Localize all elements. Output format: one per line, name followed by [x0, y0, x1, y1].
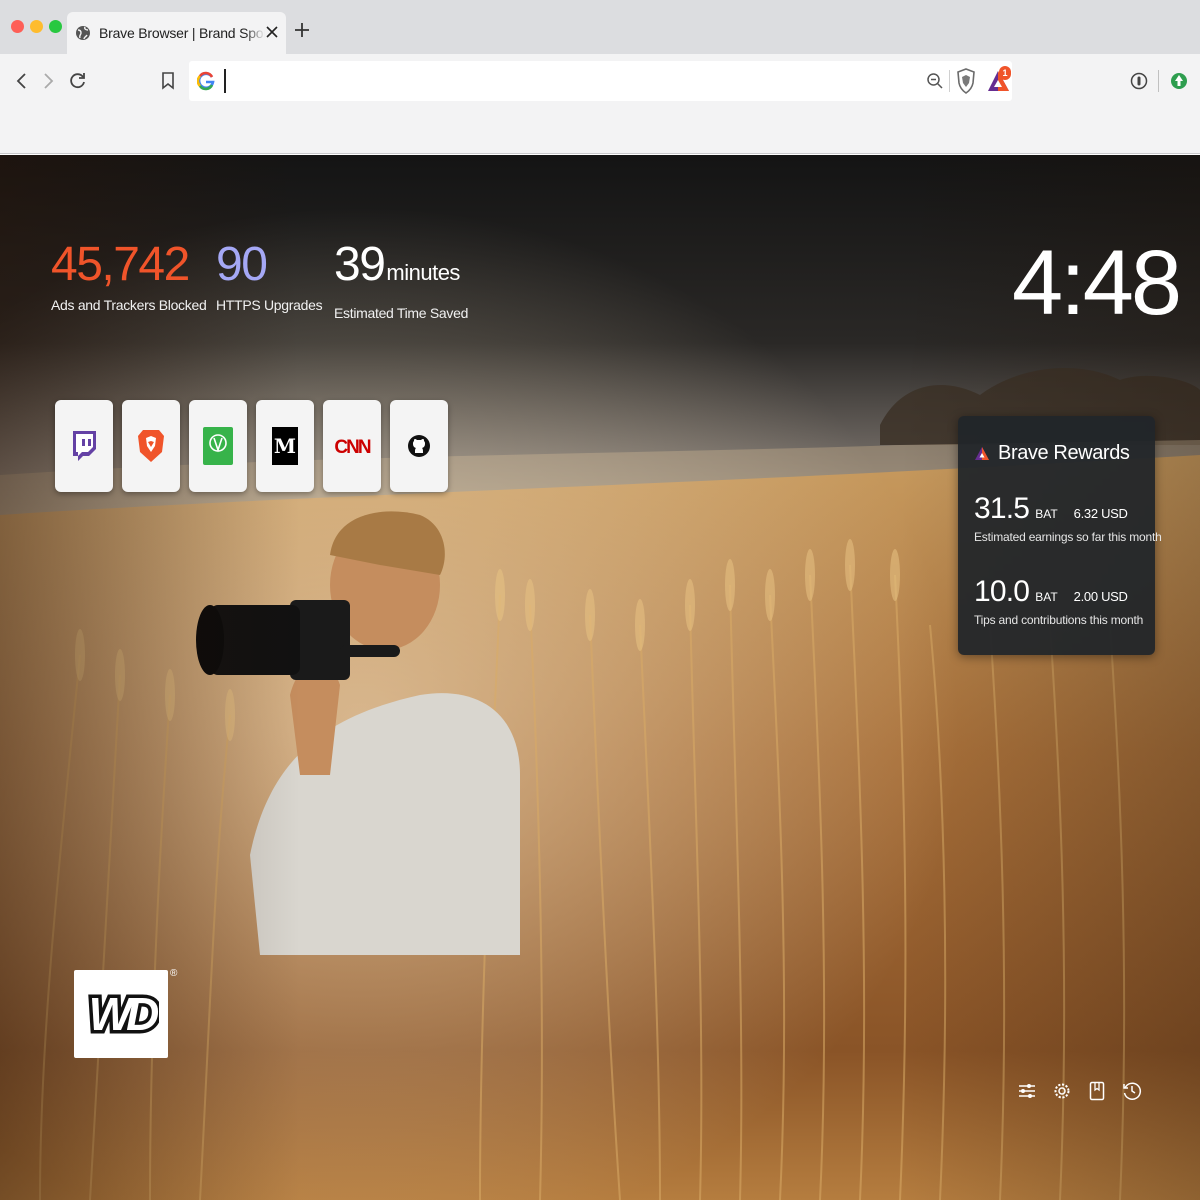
rewards-header: Brave Rewards: [974, 442, 1130, 465]
new-tab-button[interactable]: [292, 20, 312, 40]
tips-usd: 2.00 USD: [1073, 589, 1128, 604]
stat-trackers: 45,742 Ads and Trackers Blocked: [51, 238, 207, 314]
settings-button[interactable]: [1051, 1079, 1073, 1103]
stat-https: 90 HTTPS Upgrades: [216, 238, 323, 314]
medium-icon: M: [272, 427, 298, 465]
bookmarks-button[interactable]: [1086, 1079, 1108, 1103]
plus-icon: [295, 23, 309, 37]
customize-button[interactable]: [1016, 1079, 1038, 1103]
forward-button[interactable]: [38, 70, 60, 92]
earnings-usd: 6.32 USD: [1073, 506, 1128, 521]
reload-icon: [70, 73, 85, 89]
time-saved-value-row: 39minutes: [334, 239, 468, 299]
time-saved-count: 39: [334, 238, 386, 291]
cnn-icon: CNN: [334, 437, 372, 458]
tab-strip: Brave Browser | Brand Sponsorship: [0, 0, 1200, 54]
reload-button[interactable]: [67, 70, 89, 92]
sponsor-logo[interactable]: WD: [74, 970, 168, 1058]
navigation-toolbar: 1: [0, 54, 1200, 154]
globe-icon: [75, 25, 91, 41]
chevron-left-icon: [16, 73, 26, 89]
upwork-icon: [203, 427, 233, 465]
brave-rewards-widget[interactable]: Brave Rewards 31.5 BAT 6.32 USD Estimate…: [958, 416, 1162, 655]
earnings-row: 31.5 BAT 6.32 USD: [974, 492, 1128, 526]
github-icon: [408, 435, 430, 457]
password-manager-icon: [1130, 72, 1148, 90]
top-sites: M CNN: [55, 400, 457, 492]
top-site-medium[interactable]: M: [256, 400, 314, 492]
back-button[interactable]: [10, 70, 32, 92]
top-site-brave[interactable]: [122, 400, 180, 492]
brave-shields-icon[interactable]: [956, 68, 976, 94]
window-close-button[interactable]: [11, 20, 24, 33]
window-minimize-button[interactable]: [30, 20, 43, 33]
top-site-twitch[interactable]: [55, 400, 113, 492]
password-manager-extension[interactable]: [1128, 70, 1150, 92]
customize-icon: [1019, 1084, 1035, 1098]
https-label: HTTPS Upgrades: [216, 297, 323, 313]
address-bar[interactable]: 1: [189, 61, 1012, 101]
top-site-upwork[interactable]: [189, 400, 247, 492]
registered-mark: ®: [170, 968, 178, 979]
trackers-count: 45,742: [51, 238, 190, 291]
tab-close-button[interactable]: [264, 22, 280, 42]
top-site-cnn[interactable]: CNN: [323, 400, 381, 492]
stat-time-saved: 39minutes Estimated Time Saved: [334, 239, 469, 322]
tips-bat: 10.0: [974, 575, 1030, 608]
earnings-bat: 31.5: [974, 492, 1030, 525]
brave-lion-icon: [138, 430, 164, 462]
clock: 4:48: [1012, 232, 1182, 334]
rewards-title: Brave Rewards: [998, 442, 1130, 464]
svg-text:M: M: [274, 434, 296, 458]
earnings-bat-unit: BAT: [1035, 507, 1058, 521]
close-icon: [266, 26, 278, 38]
history-icon: [1123, 1082, 1142, 1100]
trackers-label: Ads and Trackers Blocked: [51, 297, 207, 313]
bookmark-icon: [162, 72, 174, 90]
tips-row: 10.0 BAT 2.00 USD: [974, 575, 1128, 609]
google-g-icon: [197, 71, 215, 91]
top-site-github[interactable]: [390, 400, 448, 492]
svg-text:CNN: CNN: [334, 437, 370, 458]
history-button[interactable]: [1121, 1079, 1143, 1103]
tab-title: Brave Browser | Brand Sponsorship: [99, 25, 265, 41]
zoom-out-icon[interactable]: [926, 72, 944, 90]
svg-text:WD: WD: [89, 988, 158, 1040]
bat-triangle-icon: [975, 446, 989, 460]
rewards-notification-badge: 1: [999, 66, 1011, 80]
https-count: 90: [216, 238, 268, 291]
url-input[interactable]: [225, 69, 905, 93]
bookmarks-icon: [1089, 1081, 1105, 1101]
green-extension-icon: [1171, 73, 1187, 89]
bookmark-button[interactable]: [157, 70, 179, 92]
time-saved-label: Estimated Time Saved: [334, 305, 469, 321]
time-saved-unit: minutes: [386, 260, 460, 285]
divider: [1158, 70, 1159, 92]
new-tab-page: 45,742 Ads and Trackers Blocked 90 HTTPS…: [0, 155, 1200, 1200]
window-zoom-button[interactable]: [49, 20, 62, 33]
active-tab[interactable]: Brave Browser | Brand Sponsorship: [67, 12, 286, 54]
green-extension-button[interactable]: [1168, 70, 1190, 92]
divider: [949, 70, 950, 92]
twitch-icon: [73, 431, 96, 461]
tips-description: Tips and contributions this month: [974, 613, 1144, 627]
tips-bat-unit: BAT: [1035, 590, 1058, 604]
ntp-footer-controls: [1016, 1079, 1156, 1103]
chevron-right-icon: [44, 73, 54, 89]
western-digital-logo: WD: [85, 986, 159, 1042]
settings-icon: [1054, 1083, 1070, 1099]
earnings-description: Estimated earnings so far this month: [974, 530, 1162, 544]
